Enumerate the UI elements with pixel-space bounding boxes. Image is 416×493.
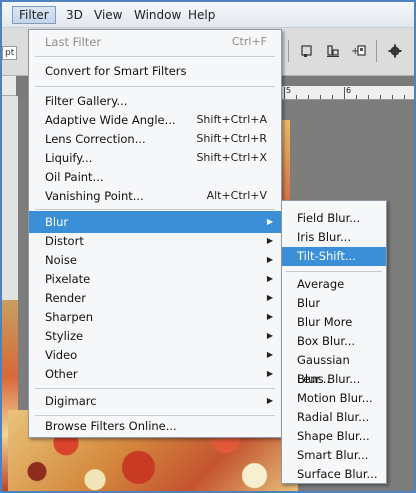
menu-item-label: Noise xyxy=(45,253,77,267)
menu-item-convert-smart-filters[interactable]: Convert for Smart Filters xyxy=(29,60,281,82)
menu-item-label: Last Filter xyxy=(45,35,102,49)
menu-window[interactable]: Window xyxy=(128,6,187,24)
menu-bar: Filter 3D View Window Help xyxy=(2,2,414,28)
ruler-corner xyxy=(2,76,16,96)
submenu-item-label: Shape Blur... xyxy=(297,429,370,443)
ruler-tick xyxy=(296,95,297,99)
menu-help[interactable]: Help xyxy=(182,6,221,24)
filter-menu: Last Filter Ctrl+F Convert for Smart Fil… xyxy=(28,29,282,438)
submenu-item-label: Iris Blur... xyxy=(297,230,351,244)
submenu-item-shape-blur[interactable]: Shape Blur... xyxy=(282,427,386,446)
menu-item-label: Pixelate xyxy=(45,272,91,286)
submenu-item-label: Box Blur... xyxy=(297,334,356,348)
menu-item-shortcut: Alt+Ctrl+V xyxy=(206,189,267,202)
submenu-item-label: Tilt-Shift... xyxy=(297,249,356,263)
submenu-item-field-blur[interactable]: Field Blur... xyxy=(282,209,386,228)
menu-separator xyxy=(35,209,275,210)
menu-item-label: Adaptive Wide Angle... xyxy=(45,113,176,127)
submenu-item-label: Radial Blur... xyxy=(297,410,370,424)
ruler-tick xyxy=(320,95,321,99)
arrange-icon[interactable]: + xyxy=(348,40,370,62)
menu-item-label: Distort xyxy=(45,234,84,248)
submenu-arrow-icon: ▶ xyxy=(266,396,273,405)
distribute-icon[interactable] xyxy=(322,40,344,62)
menu-item-label: Sharpen xyxy=(45,310,94,324)
menu-view[interactable]: View xyxy=(88,6,128,24)
menu-item-label: Lens Correction... xyxy=(45,132,146,146)
align-icon[interactable] xyxy=(296,40,318,62)
submenu-item-label: Smart Blur... xyxy=(297,448,369,462)
submenu-item-label: Motion Blur... xyxy=(297,391,373,405)
ruler-tick xyxy=(380,95,381,99)
submenu-item-blur-more[interactable]: Blur More xyxy=(282,313,386,332)
ruler-tick xyxy=(308,95,309,99)
submenu-item-label: Blur More xyxy=(297,315,353,329)
submenu-item-label: Blur xyxy=(297,296,321,310)
ruler-tick xyxy=(404,95,405,99)
menu-item-browse-filters-online[interactable]: Browse Filters Online... xyxy=(29,415,281,437)
submenu-item-gaussian-blur[interactable]: Gaussian Blur... xyxy=(282,351,386,386)
menu-item-vanishing-point[interactable]: Vanishing Point... Alt+Ctrl+V xyxy=(29,185,281,207)
toolbar-separator xyxy=(376,40,377,62)
submenu-item-box-blur[interactable]: Box Blur... xyxy=(282,332,386,351)
submenu-item-surface-blur[interactable]: Surface Blur... xyxy=(282,465,386,484)
ruler-tick xyxy=(368,95,369,99)
menu-item-other[interactable]: Other ▶ xyxy=(29,363,281,385)
menu-3d[interactable]: 3D xyxy=(60,6,89,24)
menu-item-label: Digimarc xyxy=(45,394,97,408)
ruler-tick xyxy=(284,87,285,99)
submenu-item-tilt-shift[interactable]: Tilt-Shift... xyxy=(282,247,386,266)
submenu-item-label: Field Blur... xyxy=(297,211,361,225)
menu-item-label: Filter Gallery... xyxy=(45,94,128,108)
font-size-unit[interactable]: pt xyxy=(2,46,18,60)
menu-item-label: Liquify... xyxy=(45,151,93,165)
menu-item-label: Render xyxy=(45,291,86,305)
submenu-item-label: Average xyxy=(297,277,345,291)
menu-item-last-filter: Last Filter Ctrl+F xyxy=(29,31,281,53)
menu-item-label: Other xyxy=(45,367,78,381)
submenu-item-motion-blur[interactable]: Motion Blur... xyxy=(282,389,386,408)
submenu-item-lens-blur[interactable]: Lens Blur... xyxy=(282,370,386,389)
submenu-item-iris-blur[interactable]: Iris Blur... xyxy=(282,228,386,247)
menu-separator xyxy=(35,56,275,57)
ruler-label: 5 xyxy=(286,86,292,95)
menu-separator xyxy=(286,271,382,272)
submenu-arrow-icon: ▶ xyxy=(266,369,273,378)
ruler-tick xyxy=(332,95,333,99)
menu-item-label: Oil Paint... xyxy=(45,170,104,184)
blur-submenu: Field Blur... Iris Blur... Tilt-Shift...… xyxy=(281,200,387,484)
submenu-item-label: Lens Blur... xyxy=(297,372,361,386)
ruler-tick xyxy=(344,87,345,99)
horizontal-ruler: 5 6 xyxy=(282,86,414,100)
menu-item-label: Vanishing Point... xyxy=(45,189,144,203)
submenu-item-smart-blur[interactable]: Smart Blur... xyxy=(282,446,386,465)
gear-icon[interactable] xyxy=(384,40,406,62)
menu-item-label: Convert for Smart Filters xyxy=(45,64,187,78)
toolbar-separator xyxy=(288,40,289,62)
menu-item-label: Blur xyxy=(45,215,69,229)
ruler-label: 6 xyxy=(346,86,352,95)
menu-item-label: Video xyxy=(45,348,78,362)
menu-filter[interactable]: Filter xyxy=(12,6,56,24)
menu-item-digimarc[interactable]: Digimarc ▶ xyxy=(29,390,281,412)
menu-item-label: Browse Filters Online... xyxy=(45,419,177,433)
submenu-item-label: Surface Blur... xyxy=(297,467,378,481)
menu-separator xyxy=(35,388,275,389)
menu-item-shortcut: Ctrl+F xyxy=(231,35,267,48)
menu-item-label: Stylize xyxy=(45,329,84,343)
ruler-tick xyxy=(356,95,357,99)
submenu-item-blur[interactable]: Blur xyxy=(282,294,386,313)
submenu-item-average[interactable]: Average xyxy=(282,275,386,294)
ruler-tick xyxy=(392,95,393,99)
menu-separator xyxy=(35,86,275,87)
submenu-item-radial-blur[interactable]: Radial Blur... xyxy=(282,408,386,427)
